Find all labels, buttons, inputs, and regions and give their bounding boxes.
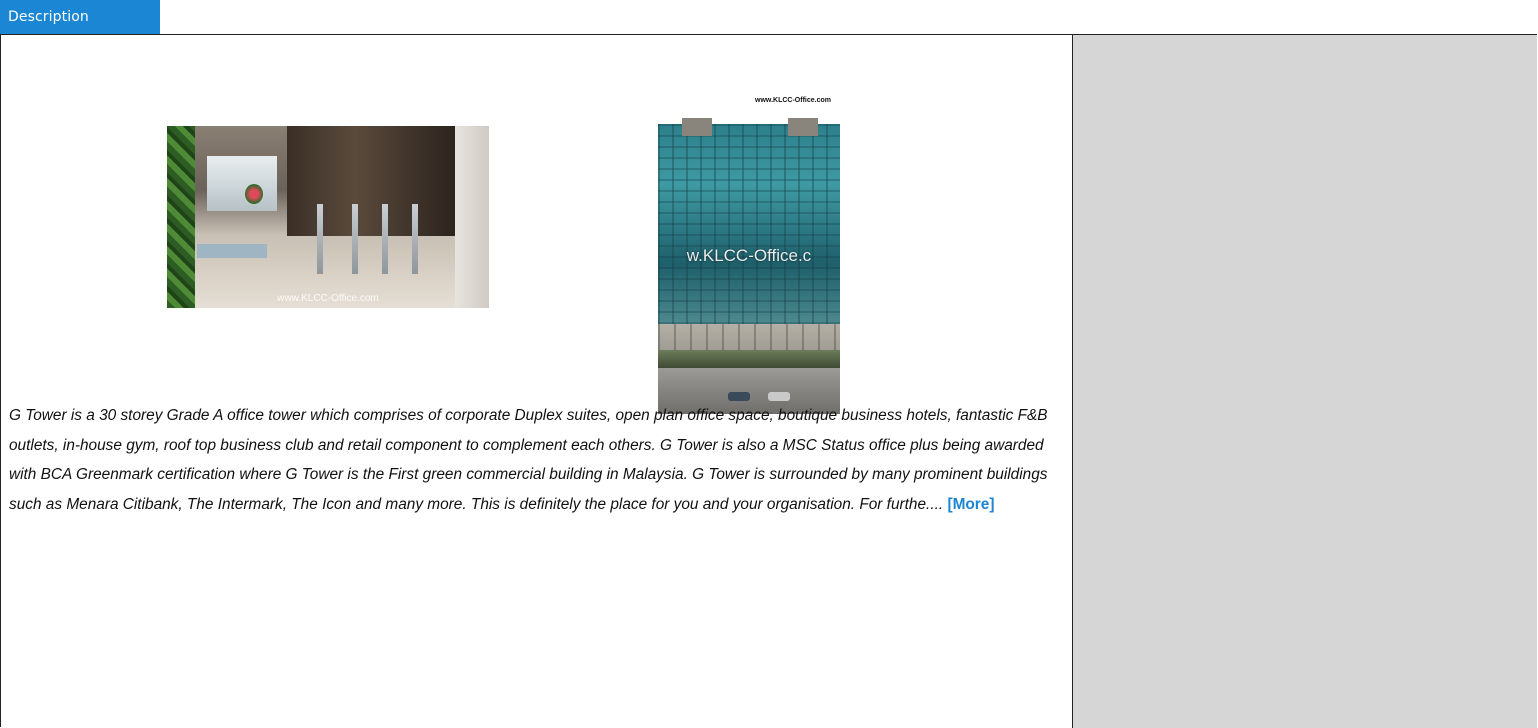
lobby-watermark: www.KLCC-Office.com <box>277 293 379 304</box>
more-link[interactable]: [More] <box>947 496 994 513</box>
tower-watermark: w.KLCC-Office.c <box>686 246 812 265</box>
lobby-photo: www.KLCC-Office.com <box>167 126 489 308</box>
description-main-cell <box>1 35 1073 728</box>
description-tab[interactable]: Description <box>0 0 160 34</box>
tower-photo: w.KLCC-Office.c <box>658 106 840 414</box>
description-body: G Tower is a 30 storey Grade A office to… <box>9 407 1048 513</box>
description-text: G Tower is a 30 storey Grade A office to… <box>9 401 1059 519</box>
sidebar-panel <box>1073 35 1537 728</box>
tower-photo-caption: www.KLCC-Office.com <box>755 97 831 104</box>
